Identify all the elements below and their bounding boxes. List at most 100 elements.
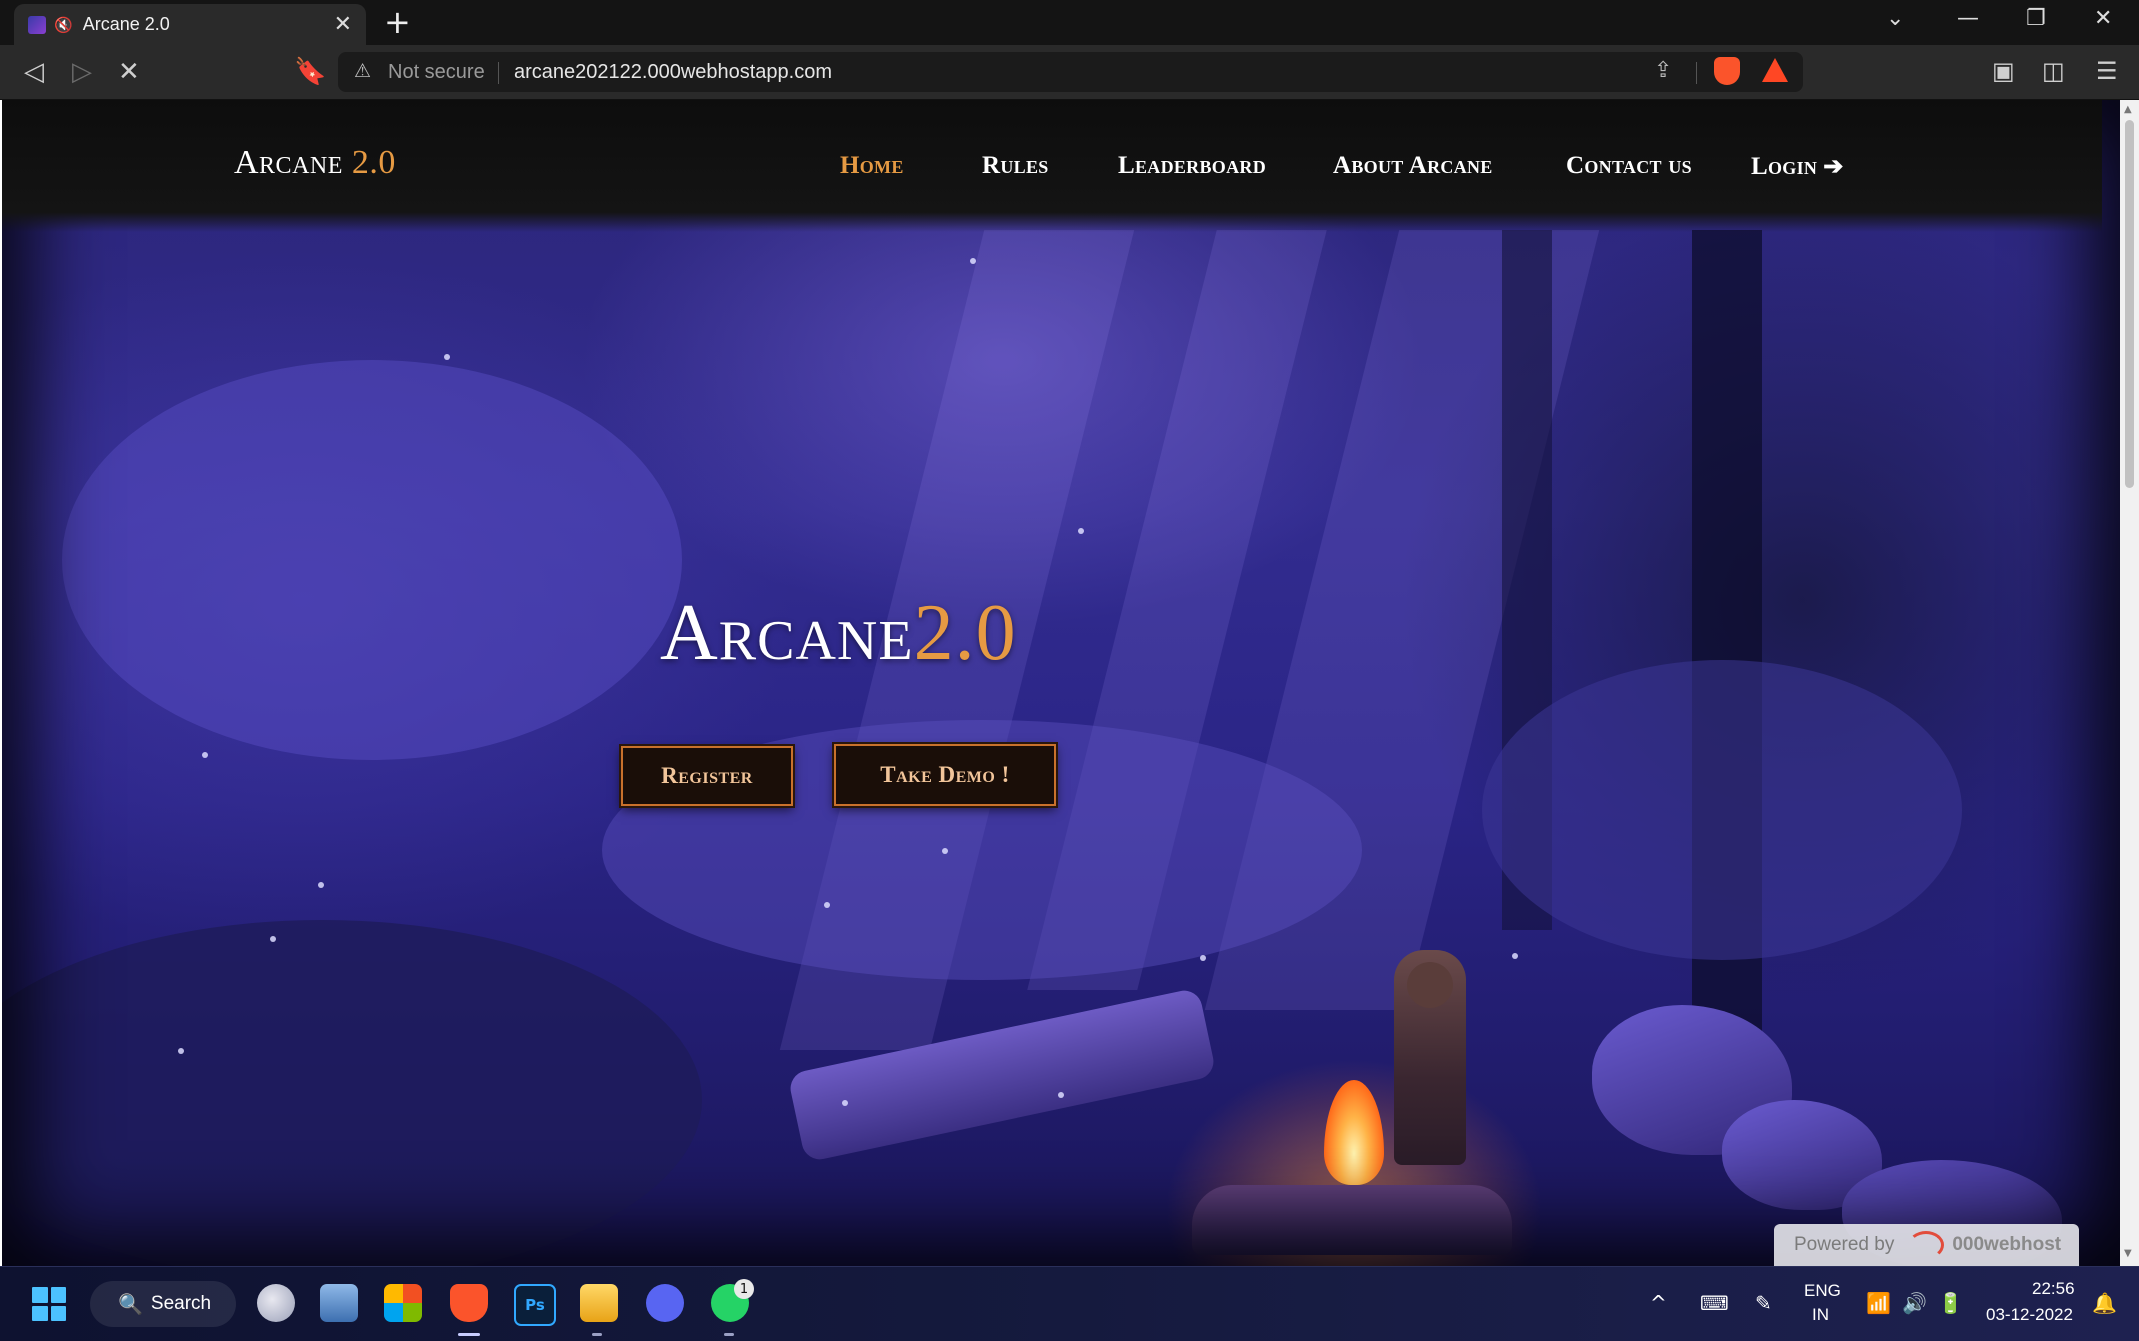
chevron-up-icon[interactable]: ^ xyxy=(1650,1291,1667,1315)
powered-by-label: Powered by xyxy=(1794,1234,1895,1255)
stop-icon[interactable]: ✕ xyxy=(118,57,140,87)
firefly xyxy=(270,936,276,942)
scroll-up-icon[interactable]: ▲ xyxy=(2124,104,2132,115)
site-logo[interactable]: Arcane 2.0 xyxy=(234,144,396,182)
url-text[interactable]: arcane202122.000webhostapp.com xyxy=(514,61,832,84)
firefly xyxy=(1058,1092,1064,1098)
brave-app-icon[interactable] xyxy=(450,1284,488,1322)
scrollbar-thumb[interactable] xyxy=(2125,120,2134,488)
wallet-icon[interactable]: ◫ xyxy=(2042,57,2065,85)
firefly xyxy=(318,882,324,888)
brave-rewards-icon[interactable] xyxy=(1762,58,1788,82)
omnibox-divider-2 xyxy=(1696,62,1697,84)
pen-icon[interactable]: ✎ xyxy=(1755,1291,1772,1315)
windows-taskbar: 🔍 Search Ps 1 ^ ⌨ ✎ ENG IN 📶 🔊 🔋 22:56 0… xyxy=(0,1266,2139,1341)
omnibox-divider xyxy=(498,62,499,84)
brand-version: 2.0 xyxy=(351,144,396,181)
nav-rules[interactable]: Rules xyxy=(982,152,1049,180)
running-app-indicator xyxy=(724,1333,734,1336)
firefly xyxy=(1512,953,1518,959)
windows-start-icon[interactable] xyxy=(32,1287,66,1321)
take-demo-button[interactable]: Take Demo ! xyxy=(834,744,1056,806)
keyboard-icon[interactable]: ⌨ xyxy=(1700,1291,1729,1315)
hero-title: Arcane2.0 xyxy=(660,588,1017,679)
explorer-icon[interactable] xyxy=(580,1284,618,1322)
hero-title-name: Arcane xyxy=(660,589,914,677)
security-label[interactable]: Not secure xyxy=(388,61,485,84)
nav-contact-us[interactable]: Contact us xyxy=(1566,152,1692,180)
forward-icon[interactable]: ▷ xyxy=(72,57,92,87)
powered-by-banner[interactable]: Powered by 000webhost xyxy=(1774,1224,2079,1266)
browser-tab[interactable]: 🔇 Arcane 2.0 ✕ xyxy=(14,4,366,45)
start-tile xyxy=(32,1287,48,1303)
sidebar-icon[interactable]: ▣ xyxy=(1992,57,2015,85)
register-button[interactable]: Register xyxy=(621,746,793,806)
weather-icon[interactable] xyxy=(257,1284,295,1322)
language-top[interactable]: ENG xyxy=(1804,1281,1841,1301)
campfire-logs xyxy=(1192,1185,1512,1255)
bookmark-icon[interactable]: 🔖 xyxy=(294,57,326,87)
bush xyxy=(2,920,702,1266)
taskbar-search-label: Search xyxy=(150,1293,212,1314)
running-app-indicator xyxy=(592,1333,602,1336)
clock-date[interactable]: 03-12-2022 xyxy=(1986,1305,2073,1325)
login-arrow-icon: ➔ xyxy=(1823,154,1844,180)
forest-background xyxy=(2,100,2120,1266)
address-bar[interactable]: ⚠ Not secure arcane202122.000webhostapp.… xyxy=(338,52,1803,92)
site-navbar: Arcane 2.0 Home Rules Leaderboard About … xyxy=(2,100,2102,232)
menu-icon[interactable]: ☰ xyxy=(2096,57,2118,85)
discord-icon[interactable] xyxy=(646,1284,684,1322)
tab-search-chevron-down-icon[interactable]: ⌄ xyxy=(1886,6,1904,31)
browser-toolbar: ◁ ▷ ✕ 🔖 ⚠ Not secure arcane202122.000web… xyxy=(0,45,2139,100)
start-tile xyxy=(50,1305,66,1321)
photos-icon[interactable] xyxy=(320,1284,358,1322)
brand-name: Arcane xyxy=(234,144,343,181)
store-icon[interactable] xyxy=(384,1284,422,1322)
firefly xyxy=(1078,528,1084,534)
nav-login[interactable]: Login ➔ xyxy=(1751,152,1844,181)
window-close-icon[interactable]: ✕ xyxy=(2094,6,2112,31)
tab-title: Arcane 2.0 xyxy=(82,14,170,34)
restore-icon[interactable]: ❐ xyxy=(2026,6,2046,31)
nav-home[interactable]: Home xyxy=(840,152,904,180)
bush xyxy=(1482,660,1962,960)
language-bottom[interactable]: IN xyxy=(1812,1305,1829,1325)
firefly xyxy=(970,258,976,264)
close-icon[interactable]: ✕ xyxy=(334,12,352,37)
site-favicon-icon xyxy=(28,15,46,34)
notification-icon[interactable]: 🔔 xyxy=(2092,1291,2117,1315)
firefly xyxy=(1200,955,1206,961)
firefly xyxy=(202,752,208,758)
brave-shields-icon[interactable] xyxy=(1714,57,1740,85)
clock-time[interactable]: 22:56 xyxy=(2032,1279,2075,1299)
wifi-icon[interactable]: 📶 xyxy=(1866,1291,1891,1315)
active-app-indicator xyxy=(458,1333,480,1336)
bush xyxy=(62,360,682,760)
000webhost-logo-icon xyxy=(1908,1231,1945,1259)
back-icon[interactable]: ◁ xyxy=(24,57,44,87)
firefly xyxy=(178,1048,184,1054)
warning-icon[interactable]: ⚠ xyxy=(354,60,371,82)
hero-title-version: 2.0 xyxy=(913,589,1017,677)
nav-leaderboard[interactable]: Leaderboard xyxy=(1118,152,1266,180)
nav-about-arcane[interactable]: About Arcane xyxy=(1333,152,1493,180)
volume-icon[interactable]: 🔊 xyxy=(1902,1291,1927,1315)
firefly xyxy=(942,848,948,854)
taskbar-search[interactable]: 🔍 Search xyxy=(90,1281,236,1327)
scroll-down-icon[interactable]: ▼ xyxy=(2124,1248,2132,1259)
search-icon: 🔍 xyxy=(118,1293,143,1316)
page-scrollbar[interactable]: ▲ ▼ xyxy=(2120,100,2139,1266)
new-tab-button[interactable]: + xyxy=(384,4,411,40)
battery-icon[interactable]: 🔋 xyxy=(1938,1291,1963,1315)
browser-tab-bar: 🔇 Arcane 2.0 ✕ + ⌄ — ❐ ✕ xyxy=(0,0,2139,46)
page-viewport: Arcane 2.0 Home Rules Leaderboard About … xyxy=(2,100,2120,1266)
share-icon[interactable]: ⇪ xyxy=(1654,58,1672,83)
host-name: 000webhost xyxy=(1952,1234,2062,1255)
minimize-icon[interactable]: — xyxy=(1957,6,1979,31)
whatsapp-badge: 1 xyxy=(734,1279,754,1299)
firefly xyxy=(444,354,450,360)
firefly xyxy=(824,902,830,908)
mute-icon[interactable]: 🔇 xyxy=(54,16,73,34)
photoshop-icon[interactable]: Ps xyxy=(514,1284,556,1326)
firefly xyxy=(842,1100,848,1106)
